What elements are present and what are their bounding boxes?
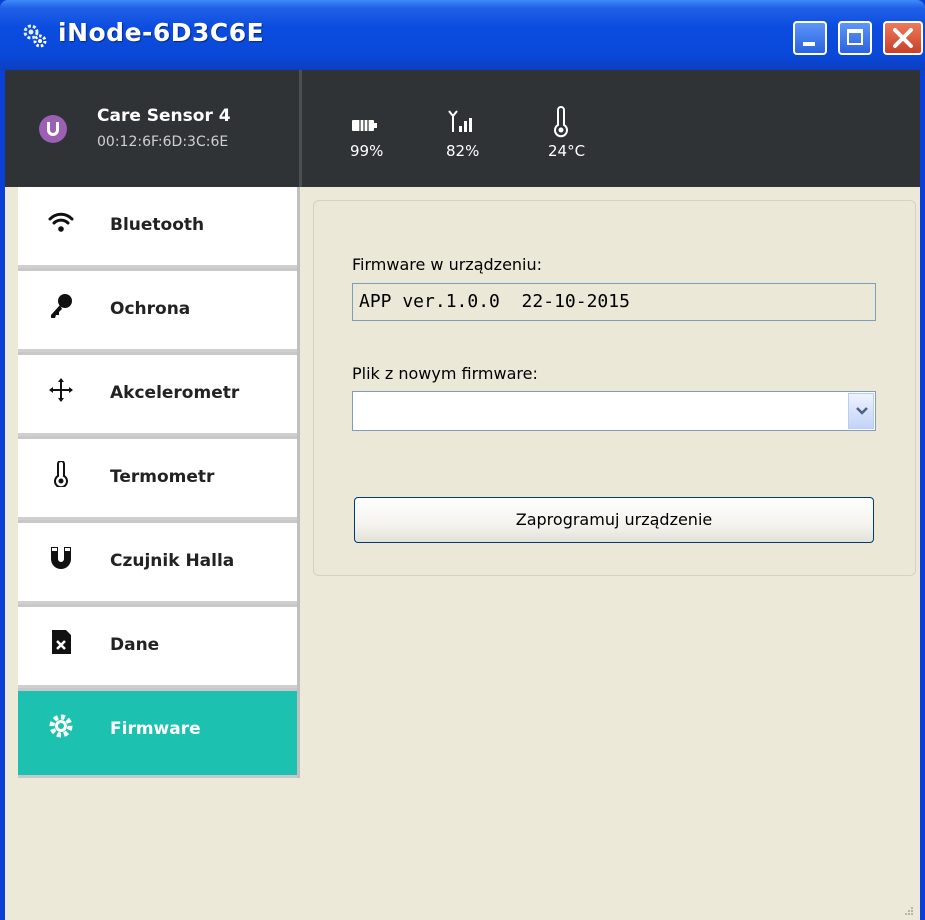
- firmware-file-label: Plik z nowym firmware:: [352, 364, 538, 383]
- wifi-icon: [48, 212, 74, 232]
- sidebar-item-label: Firmware: [110, 719, 201, 739]
- window-title: iNode-6D3C6E: [58, 18, 265, 47]
- temperature-value: 24°C: [548, 142, 586, 160]
- title-bar[interactable]: iNode-6D3C6E: [0, 0, 925, 70]
- signal-icon: [448, 110, 472, 132]
- client-area: Care Sensor 4 00:12:6F:6D:3C:6E 99% 82% …: [5, 70, 920, 920]
- magnet-icon: [51, 547, 71, 569]
- chevron-down-icon: [856, 407, 868, 415]
- header-divider: [299, 70, 302, 187]
- signal-stat: 82%: [446, 106, 506, 160]
- battery-value: 99%: [350, 142, 384, 160]
- sidebar-item-label: Termometr: [110, 467, 215, 487]
- sidebar-item-akcelerometr[interactable]: Akcelerometr: [18, 355, 297, 436]
- sidebar-item-firmware[interactable]: Firmware: [18, 691, 297, 775]
- sidebar-item-label: Czujnik Halla: [110, 551, 235, 571]
- device-header: Care Sensor 4 00:12:6F:6D:3C:6E 99% 82% …: [5, 70, 920, 187]
- thermometer-icon: [554, 106, 568, 138]
- program-device-button[interactable]: Zaprogramuj urządzenie: [354, 497, 874, 543]
- sidebar-item-czujnik-halla[interactable]: Czujnik Halla: [18, 523, 297, 604]
- maximize-icon: [847, 29, 863, 45]
- sidebar: Bluetooth Ochrona Akcelerometr Termometr…: [18, 187, 300, 778]
- current-firmware-label: Firmware w urządzeniu:: [352, 255, 543, 274]
- key-icon: [51, 294, 72, 318]
- battery-icon: [352, 120, 377, 131]
- sidebar-item-label: Akcelerometr: [110, 383, 240, 403]
- device-mac: 00:12:6F:6D:3C:6E: [97, 134, 229, 150]
- minimize-button[interactable]: [793, 21, 827, 55]
- resize-grip-icon[interactable]: [902, 904, 914, 916]
- sidebar-item-dane[interactable]: Dane: [18, 607, 297, 688]
- minimize-icon: [803, 42, 815, 46]
- temperature-stat: 24°C: [548, 106, 608, 160]
- close-button[interactable]: [883, 21, 923, 55]
- sidebar-item-label: Dane: [110, 635, 160, 655]
- sidebar-item-ochrona[interactable]: Ochrona: [18, 271, 297, 352]
- firmware-panel: Firmware w urządzeniu: APP ver.1.0.0 22-…: [313, 200, 916, 576]
- sidebar-item-label: Ochrona: [110, 299, 191, 319]
- dropdown-button[interactable]: [848, 393, 874, 429]
- firmware-file-select[interactable]: [352, 391, 876, 431]
- sidebar-item-termometr[interactable]: Termometr: [18, 439, 297, 520]
- current-firmware-field[interactable]: APP ver.1.0.0 22-10-2015: [352, 283, 876, 321]
- battery-stat: 99%: [350, 106, 410, 160]
- signal-value: 82%: [446, 142, 480, 160]
- move-arrows-icon: [49, 378, 73, 402]
- sidebar-item-label: Bluetooth: [110, 215, 205, 235]
- gear-icon: [49, 714, 73, 738]
- gears-icon: [23, 24, 47, 48]
- sd-card-icon: [52, 630, 71, 654]
- app-window: iNode-6D3C6E Care Sensor 4 00:12:6F:6D:3…: [0, 0, 925, 920]
- thermometer-icon: [54, 461, 68, 487]
- magnet-badge-icon: [39, 115, 67, 143]
- device-name: Care Sensor 4: [97, 106, 231, 126]
- close-icon: [893, 28, 913, 48]
- sidebar-divider: [297, 187, 300, 778]
- sidebar-item-bluetooth[interactable]: Bluetooth: [18, 187, 297, 268]
- maximize-button[interactable]: [838, 21, 872, 55]
